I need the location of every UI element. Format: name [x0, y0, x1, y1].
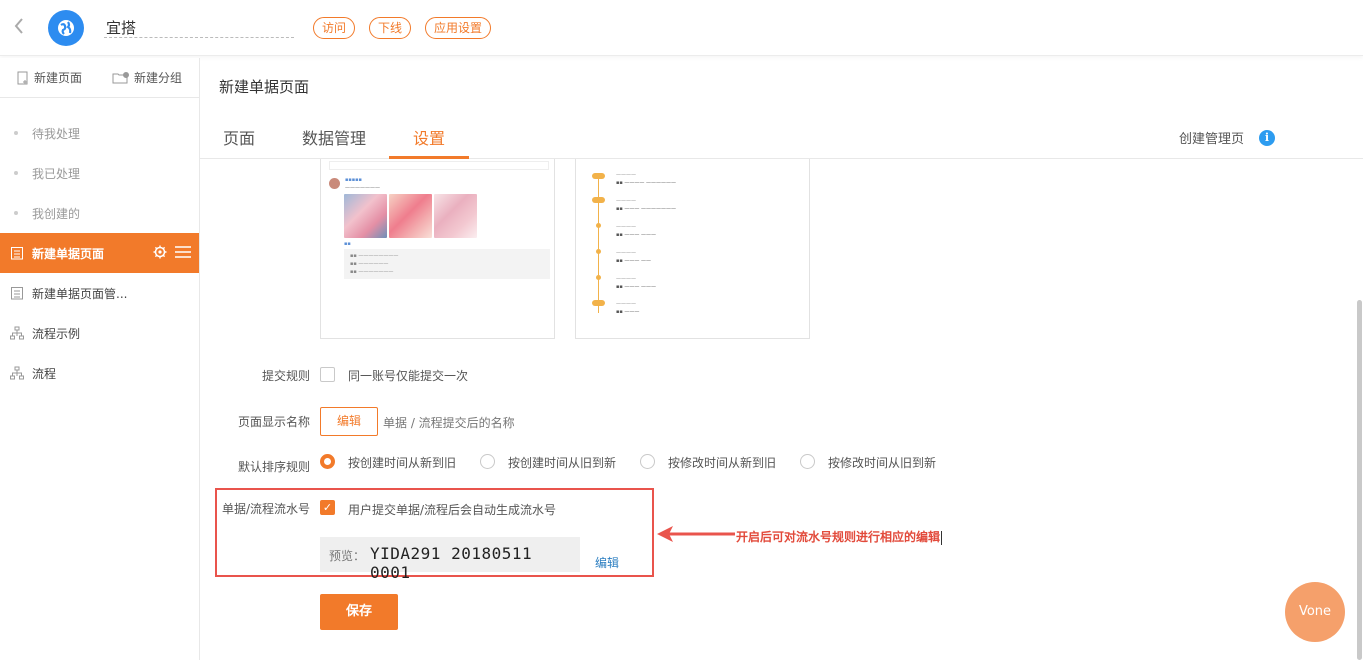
annotation-text: 开启后可对流水号规则进行相应的编辑 [736, 528, 943, 545]
sidebar-item-pending[interactable]: 待我处理 [0, 113, 199, 153]
new-page-label: 新建页面 [34, 71, 83, 85]
page-title: 新建单据页面 [219, 78, 310, 96]
submit-rule-label: 提交规则 [261, 369, 310, 383]
process-icon [10, 326, 24, 340]
process-icon [10, 366, 24, 380]
sidebar-item-label: 我创建的 [32, 206, 81, 221]
timeline-node [592, 300, 605, 306]
serial-preview-box: 预览： YIDA291 20180511 0001 [320, 537, 580, 582]
timeline-node [592, 173, 605, 179]
display-name-edit-button[interactable]: 编辑 [320, 407, 378, 436]
sidebar: 新建页面 新建分组 待我处理 我已处理 我创建的 新建单据页面 新建单据页面管.… [0, 58, 200, 660]
timeline-node [596, 249, 601, 254]
sidebar-item-label: 流程示例 [32, 326, 81, 341]
sort-option-label: 按修改时间从新到旧 [668, 456, 777, 470]
serial-edit-link[interactable]: 编辑 [595, 554, 619, 571]
flower-image [389, 194, 432, 238]
sidebar-item-process[interactable]: 流程 [0, 353, 199, 393]
submit-once-text: 同一账号仅能提交一次 [348, 369, 469, 383]
timeline-node [596, 275, 601, 280]
new-page-button[interactable]: 新建页面 [16, 69, 82, 86]
tab-page[interactable]: 页面 [223, 125, 255, 159]
sidebar-item-new-form-page[interactable]: 新建单据页面 [0, 233, 199, 273]
serial-number-text: 用户提交单据/流程后会自动生成流水号 [348, 503, 557, 517]
new-page-icon [17, 71, 28, 84]
sort-radio-modified-old-new[interactable] [800, 454, 815, 469]
serial-preview-value: YIDA291 20180511 0001 [370, 544, 533, 582]
flower-image [434, 194, 477, 238]
gear-icon[interactable] [153, 245, 167, 259]
offline-button[interactable]: 下线 [369, 17, 412, 39]
sort-option-label: 按修改时间从旧到新 [828, 456, 937, 470]
new-group-label: 新建分组 [134, 71, 183, 85]
sort-option-label: 按创建时间从新到旧 [348, 456, 457, 470]
annotation-label: 开启后可对流水号规则进行相应的编辑 [736, 530, 941, 544]
submit-once-checkbox[interactable] [320, 367, 335, 382]
sidebar-item-label: 我已处理 [32, 166, 81, 181]
sidebar-item-process-example[interactable]: 流程示例 [0, 313, 199, 353]
save-button[interactable]: 保存 [320, 594, 398, 630]
timeline-node [592, 197, 605, 203]
sort-option-label: 按创建时间从旧到新 [508, 456, 617, 470]
sort-radio-modified-new-old[interactable] [640, 454, 655, 469]
new-group-button[interactable]: 新建分组 [112, 69, 182, 86]
timeline-line [598, 173, 599, 313]
form-page-icon [11, 247, 23, 260]
sidebar-actions: 新建页面 新建分组 [0, 58, 199, 98]
new-folder-icon [112, 71, 129, 83]
annotation-arrow-icon [657, 526, 735, 542]
sidebar-item-label: 流程 [32, 366, 57, 381]
sidebar-item-new-form-manage[interactable]: 新建单据页面管... [0, 273, 199, 313]
sidebar-item-label: 新建单据页面管... [32, 286, 128, 301]
sort-radio-created-old-new[interactable] [480, 454, 495, 469]
sidebar-item-created[interactable]: 我创建的 [0, 193, 199, 233]
reply-area: ▪▪ ———————— ▪▪ —————— ▪▪ ——————— [344, 249, 550, 279]
sidebar-item-processed[interactable]: 我已处理 [0, 153, 199, 193]
text-cursor [941, 530, 943, 545]
top-bar: 宜搭 访问 下线 应用设置 [0, 0, 1363, 56]
serial-number-checkbox[interactable]: ✓ [320, 500, 335, 515]
flower-image [344, 194, 387, 238]
visit-button[interactable]: 访问 [313, 17, 356, 39]
drag-handle-icon[interactable] [175, 246, 191, 258]
timeline-layout-preview[interactable]: ———— ▪▪ ———— —————— ———— ▪▪ ——— ——————— … [575, 159, 810, 339]
serial-preview-label: 预览： [329, 549, 366, 563]
comment-layout-preview[interactable]: ▪▪▪▪▪ ——————— ▪▪ ▪▪ ———————— ▪▪ —————— ▪… [320, 159, 555, 339]
form-page-icon [11, 287, 23, 300]
scrollbar[interactable] [1357, 300, 1362, 660]
create-manage-page-link[interactable]: 创建管理页 [1179, 128, 1244, 147]
sort-rule-label: 默认排序规则 [237, 460, 310, 474]
vone-floating-button[interactable]: Vone [1285, 582, 1345, 642]
bullet-icon [14, 131, 18, 135]
tab-data-management[interactable]: 数据管理 [302, 125, 366, 159]
back-arrow-icon[interactable] [12, 16, 30, 38]
mini-input [329, 161, 549, 170]
serial-number-label: 单据/流程流水号 [221, 502, 310, 516]
avatar [329, 178, 340, 189]
sidebar-item-label: 新建单据页面 [32, 246, 105, 261]
display-name-hint: 单据 / 流程提交后的名称 [383, 416, 515, 430]
bullet-icon [14, 171, 18, 175]
app-logo-icon [48, 10, 84, 46]
sidebar-item-label: 待我处理 [32, 126, 81, 141]
timeline-node [596, 223, 601, 228]
tab-settings[interactable]: 设置 [389, 125, 470, 159]
bullet-icon [14, 211, 18, 215]
display-name-label: 页面显示名称 [237, 415, 310, 429]
sort-radio-created-new-old[interactable] [320, 454, 335, 469]
app-settings-button[interactable]: 应用设置 [425, 17, 492, 39]
app-name-input[interactable]: 宜搭 [104, 18, 294, 38]
info-icon[interactable]: i [1259, 130, 1275, 146]
